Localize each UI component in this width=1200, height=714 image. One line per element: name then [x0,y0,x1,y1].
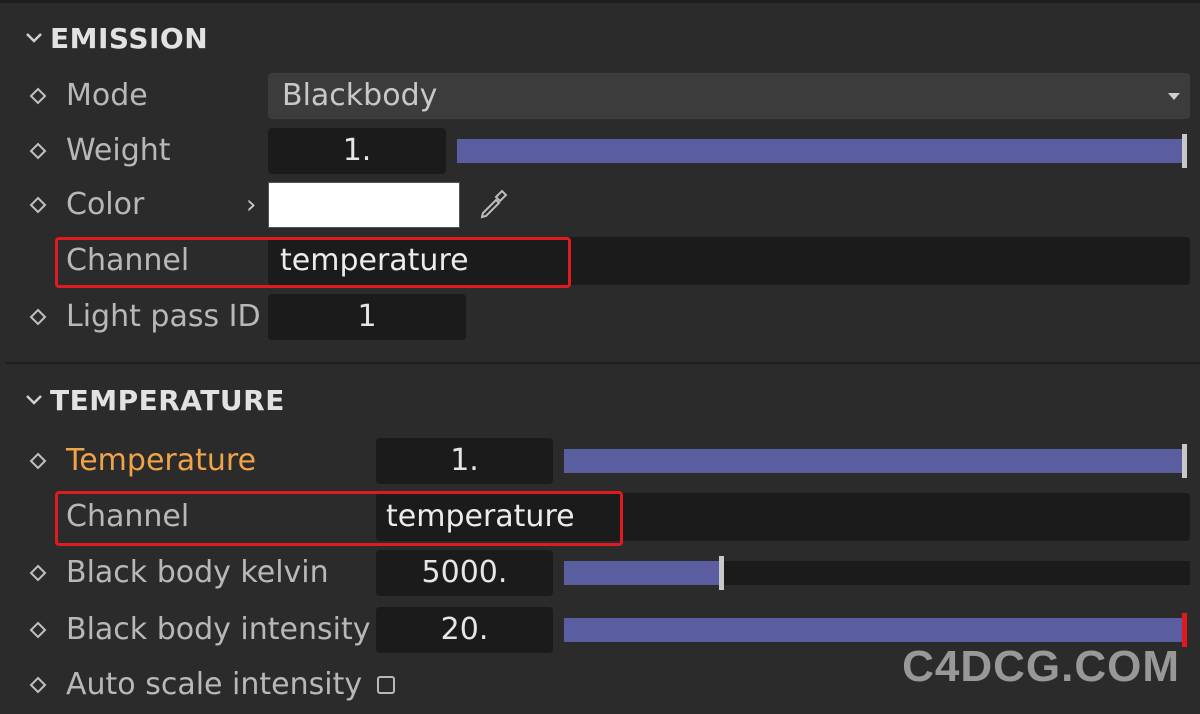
auto-scale-label: Auto scale intensity [66,667,363,702]
mode-dropdown[interactable]: Blackbody [268,73,1190,119]
chevron-down-icon[interactable] [22,388,46,412]
kelvin-row: Black body kelvin 5000. [0,548,1200,598]
intensity-label: Black body intensity [66,612,371,647]
mode-label: Mode [66,78,148,113]
intensity-slider-fill [564,618,1187,642]
weight-slider[interactable] [457,134,1187,168]
color-label: Color [66,187,145,222]
temperature-slider[interactable] [564,444,1187,478]
temperature-label: Temperature [66,443,257,478]
highlight-box [55,491,623,546]
section-title: TEMPERATURE [50,383,285,417]
emission-section-header[interactable]: EMISSION [22,18,208,58]
section-divider [6,362,1200,364]
temperature-slider-handle[interactable] [1182,444,1187,478]
top-border [0,0,1200,3]
light-pass-row: Light pass ID 1 [0,292,1200,342]
watermark: C4DCG.COM [902,642,1180,691]
temperature-section-header[interactable]: TEMPERATURE [22,380,285,420]
keyframe-diamond-icon[interactable] [28,86,48,106]
temperature-input[interactable]: 1. [376,438,553,484]
keyframe-diamond-icon[interactable] [28,141,48,161]
intensity-input[interactable]: 20. [376,607,553,653]
weight-label: Weight [66,133,171,168]
keyframe-diamond-icon[interactable] [28,307,48,327]
weight-slider-fill [457,139,1187,163]
section-title: EMISSION [50,21,209,55]
weight-slider-handle[interactable] [1182,134,1187,168]
keyframe-diamond-icon[interactable] [28,563,48,583]
expand-arrow-icon[interactable]: › [246,180,256,230]
weight-row: Weight 1. [0,126,1200,176]
intensity-slider[interactable] [564,613,1187,647]
light-pass-label: Light pass ID [66,299,261,334]
color-row: Color › [0,180,1200,230]
chevron-down-icon[interactable] [22,26,46,50]
kelvin-label: Black body kelvin [66,555,329,590]
keyframe-diamond-icon[interactable] [28,195,48,215]
kelvin-input[interactable]: 5000. [376,550,553,596]
intensity-slider-handle[interactable] [1182,613,1187,647]
kelvin-slider-fill [564,561,721,585]
temperature-slider-fill [564,449,1187,473]
kelvin-slider[interactable] [564,556,1190,590]
dropdown-arrow-icon [1168,93,1180,100]
keyframe-diamond-icon[interactable] [28,675,48,695]
auto-scale-checkbox[interactable] [377,676,395,694]
keyframe-diamond-icon[interactable] [28,451,48,471]
color-swatch[interactable] [268,182,460,228]
kelvin-slider-handle[interactable] [718,556,724,590]
temperature-row: Temperature 1. [0,436,1200,486]
light-pass-input[interactable]: 1 [268,294,466,340]
highlight-box [55,237,571,288]
keyframe-diamond-icon[interactable] [28,620,48,640]
eyedropper-icon[interactable] [476,186,510,220]
mode-row: Mode Blackbody [0,71,1200,121]
weight-input[interactable]: 1. [268,128,446,174]
mode-value: Blackbody [282,78,438,113]
